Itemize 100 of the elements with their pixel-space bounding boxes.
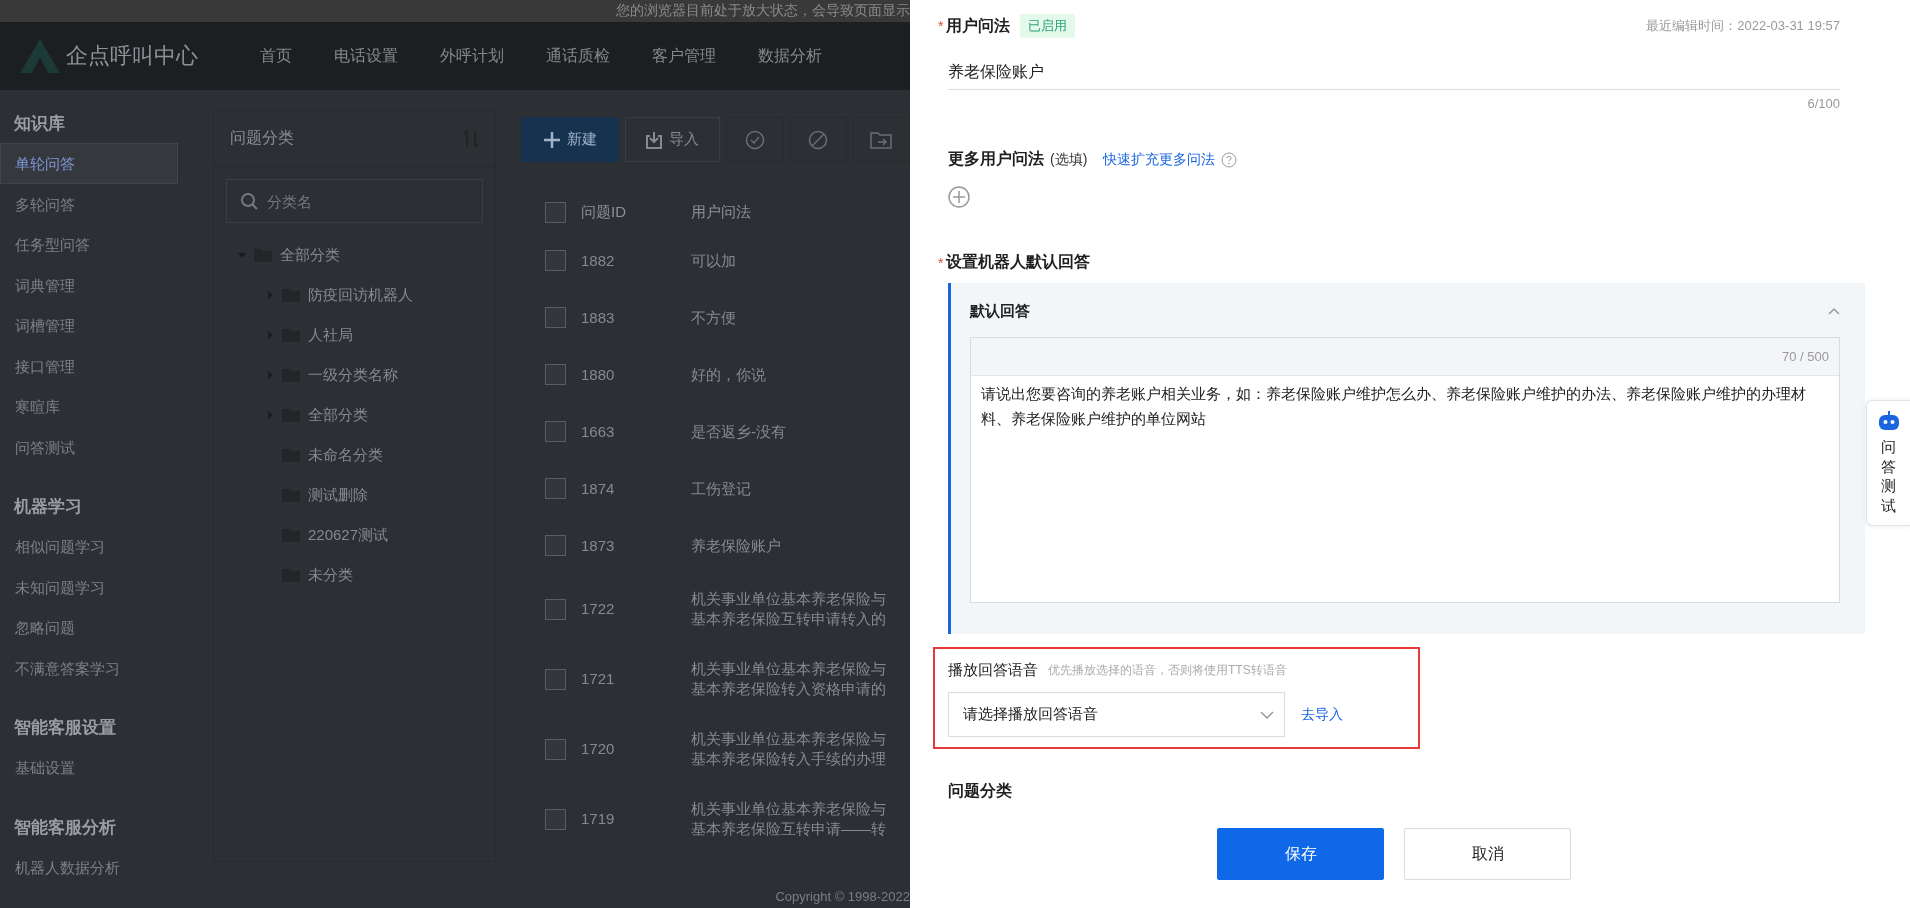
plus-icon [542,130,561,149]
table-cell-text: 机关事业单位基本养老保险与 [691,799,887,819]
notice-text: 您的浏览器目前处于放大状态，会导致页面显示 [616,2,910,20]
copyright-text: Copyright © 1998-2022 [775,889,910,904]
sidebar-item[interactable]: 单轮问答 [0,143,178,184]
robot-icon [1876,411,1901,431]
column-header: 问题ID [581,202,627,222]
checkbox[interactable] [545,738,566,760]
table-cell-text: 可以加 [691,250,737,271]
tree-item[interactable]: 测试删除 [308,485,368,505]
field-label: 问题分类 [948,781,1013,801]
column-header: 用户问法 [691,202,752,222]
table-cell-text: 基本养老保险互转申请转入的 [691,609,887,629]
sidebar-item[interactable]: 不满意答案学习 [0,647,178,688]
table-cell-text: 1663 [581,421,616,442]
table-cell-text: 1719 [581,809,616,829]
sidebar-item[interactable]: 多轮问答 [0,183,178,224]
check-circle-icon [744,129,765,150]
field-label: 设置机器人默认回答 [946,252,1091,272]
chevron-icon[interactable] [1828,307,1840,315]
tree-item[interactable]: 人社局 [308,325,353,345]
folder-arrow-icon [870,130,893,149]
table-cell-text: 是否返乡-没有 [691,421,787,442]
table-cell-text: 基本养老保险转入资格申请的 [691,679,887,699]
table-cell-text: 养老保险账户 [691,535,782,556]
sidebar-item[interactable]: 词槽管理 [0,305,178,346]
import-link[interactable]: 去导入 [1301,705,1343,724]
check-circle-button[interactable] [726,117,784,162]
status-tag: 已启用 [1020,14,1076,38]
char-counter: 70 / 500 [1782,349,1829,364]
table-cell-text: 基本养老保险互转申请——转 [691,819,887,839]
sidebar-item[interactable]: 词典管理 [0,264,178,305]
chevron-icon [1260,710,1274,719]
checkbox[interactable] [545,808,566,830]
save-button[interactable]: 保存 [1217,828,1384,880]
checkbox[interactable] [545,478,566,499]
field-label: 播放回答语音 [948,661,1038,680]
table-cell-text: 1873 [581,535,616,556]
new-button[interactable]: 新建 [521,117,619,162]
disable-button[interactable] [789,117,847,162]
checkbox[interactable] [545,668,566,690]
checkbox[interactable] [545,364,566,385]
tree-item[interactable]: 全部分类 [308,405,368,425]
nav-tab[interactable]: 首页 [260,45,292,67]
logo-icon [20,39,60,73]
table-cell-text: 1880 [581,364,616,385]
nav-tab[interactable]: 客户管理 [652,45,716,67]
section-title: 知识库 [13,113,66,135]
help-icon[interactable] [1221,151,1238,168]
nav-tab[interactable]: 外呼计划 [440,45,504,67]
search-field[interactable]: 分类名 [226,179,483,223]
tree-item[interactable]: 220627测试 [308,525,389,545]
sidebar-item[interactable]: 寒暄库 [0,386,178,427]
tree-item[interactable]: 一级分类名称 [308,365,398,385]
logo-text: 企点呼叫中心 [66,42,198,70]
table-cell-text: 1722 [581,599,616,619]
ban-icon [808,129,829,150]
nav-tab[interactable]: 电话设置 [334,45,398,67]
checkbox[interactable] [545,201,566,223]
nav-tab[interactable]: 通话质检 [546,45,610,67]
table-cell-text: 基本养老保险转入手续的办理 [691,749,887,769]
move-folder-button[interactable] [852,117,910,162]
tree-item[interactable]: 未分类 [308,565,353,585]
checkbox[interactable] [545,535,566,556]
table-cell-text: 不方便 [691,307,737,328]
qa-test-widget[interactable]: 问答测试 [1866,400,1910,526]
tree-item[interactable]: 未命名分类 [308,445,383,465]
cancel-button[interactable]: 取消 [1404,828,1571,880]
table-cell-text: 机关事业单位基本养老保险与 [691,659,887,679]
table-cell-text: 1883 [581,307,616,328]
nav-tab[interactable]: 数据分析 [758,45,822,67]
tree-item[interactable]: 防疫回访机器人 [308,285,413,305]
panel-title: 默认回答 [970,301,1030,321]
checkbox[interactable] [545,421,566,442]
table-cell-text: 1720 [581,739,616,759]
checkbox[interactable] [545,250,566,271]
section-title: 智能客服分析 [13,816,117,839]
tree-item[interactable]: 全部分类 [280,245,340,265]
section-title: 机器学习 [13,496,83,518]
import-button[interactable]: 导入 [624,117,721,162]
checkbox[interactable] [545,598,566,620]
widget-label: 问答测试 [1881,437,1896,515]
expand-link[interactable]: 快速扩充更多问法 [1103,150,1216,169]
optional-note: (选填) [1050,150,1088,169]
add-icon[interactable] [948,186,970,208]
char-counter: 6/100 [1807,96,1840,111]
voice-select[interactable]: 请选择播放回答语音 [948,692,1285,737]
search-icon [240,192,258,210]
checkbox[interactable] [545,307,566,328]
required-mark: * [938,254,944,271]
sidebar-item[interactable]: 机器人数据分析 [0,846,178,887]
sidebar-item[interactable]: 问答测试 [0,426,178,467]
sidebar-item[interactable]: 未知问题学习 [0,566,178,607]
answer-box[interactable]: 70 / 500 请说出您要咨询的养老账户相关业务，如：养老保险账户维护怎么办、养老保险账户维护的办法、养老保险账户维护的办理材料、养老保险账户维护的单位网站 [970,337,1840,603]
sidebar-item[interactable]: 基础设置 [0,747,178,788]
sidebar-item[interactable]: 接口管理 [0,345,178,386]
sidebar-item[interactable]: 任务型问答 [0,224,178,265]
sidebar-item[interactable]: 相似问题学习 [0,526,178,567]
hint-text: 优先播放选择的语音，否则将使用TTS转语音 [1048,662,1287,679]
sidebar-item[interactable]: 忽略问题 [0,607,178,648]
